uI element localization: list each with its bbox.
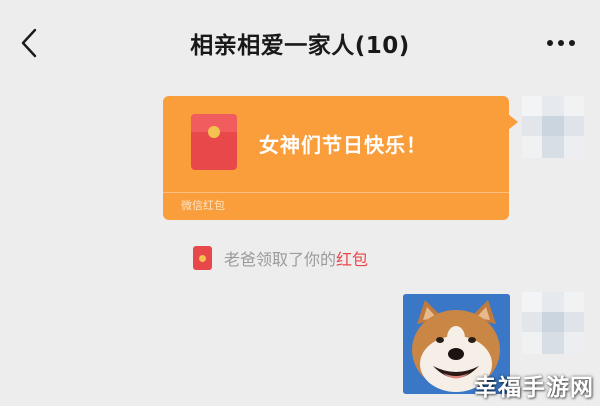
more-dots-icon xyxy=(547,40,575,46)
more-options-button[interactable] xyxy=(544,30,578,56)
chat-title: 相亲相爱一家人(10) xyxy=(190,33,410,59)
red-envelope-small-icon xyxy=(193,246,212,270)
red-packet-message[interactable]: 女神们节日快乐！ 微信红包 xyxy=(163,96,518,220)
bubble-tail xyxy=(508,114,518,130)
red-packet-footer-label: 微信红包 xyxy=(181,199,225,212)
site-watermark: 幸福手游网 xyxy=(474,375,594,401)
red-packet-divider xyxy=(163,192,509,193)
sender-avatar-2[interactable] xyxy=(522,292,584,354)
red-packet-link[interactable]: 红包 xyxy=(336,246,368,270)
system-notice: 老爸领取了你的 红包 xyxy=(193,244,368,272)
red-envelope-icon xyxy=(191,114,237,170)
chat-header: 相亲相爱一家人(10) xyxy=(0,0,600,86)
system-notice-text: 老爸领取了你的 xyxy=(224,250,337,269)
red-packet-greeting: 女神们节日快乐！ xyxy=(259,133,427,157)
sender-avatar[interactable] xyxy=(522,96,584,158)
